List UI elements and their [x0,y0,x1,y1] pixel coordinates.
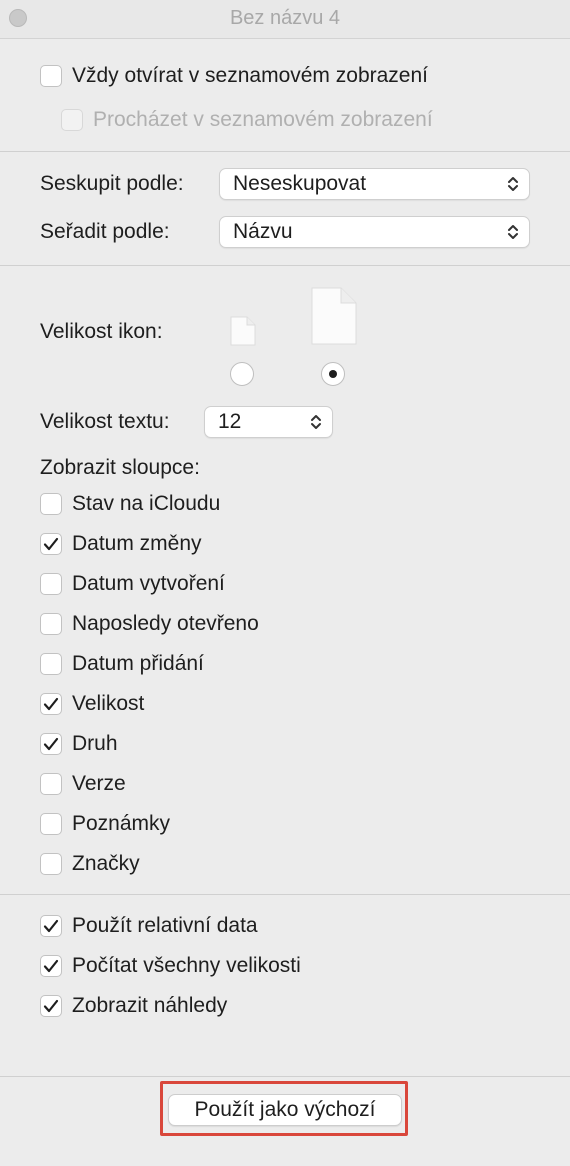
checkmark-icon [43,919,59,933]
checkbox-row[interactable]: Datum změny [40,531,202,557]
columns-heading: Zobrazit sloupce: [40,456,200,479]
radio-selected-dot [329,370,337,378]
checkbox-row[interactable]: Počítat všechny velikosti [40,953,301,979]
checkmark-icon [43,697,59,711]
browse-list-checkbox-row[interactable]: Procházet v seznamovém zobrazení [61,107,433,133]
checkbox-row[interactable]: Druh [40,731,118,757]
checkbox-label: Datum změny [72,532,202,555]
checkbox-label: Počítat všechny velikosti [72,954,301,977]
checkbox-row[interactable]: Velikost [40,691,144,717]
small-document-icon [230,316,256,346]
checkbox-label: Druh [72,732,118,755]
checkbox[interactable] [40,955,62,977]
checkbox-label: Použít relativní data [72,914,258,937]
checkbox-label: Datum přidání [72,652,204,675]
divider [0,894,570,895]
checkbox-row[interactable]: Zobrazit náhledy [40,993,227,1019]
checkbox[interactable] [40,693,62,715]
divider [0,265,570,266]
large-document-icon [311,287,357,345]
icon-size-small-radio[interactable] [230,362,254,386]
checkbox-row[interactable]: Naposledy otevřeno [40,611,259,637]
title-bar: Bez názvu 4 [0,0,570,39]
highlight-annotation [160,1081,408,1136]
checkbox[interactable] [40,853,62,875]
icon-size-row: Velikost ikon: [40,319,163,345]
icon-size-large-radio[interactable] [321,362,345,386]
checkbox-label: Zobrazit náhledy [72,994,228,1017]
always-list-checkbox-row[interactable]: Vždy otvírat v seznamovém zobrazení [40,63,428,89]
checkbox-label: Velikost [72,692,145,715]
text-size-row: Velikost textu: [40,409,170,435]
window-title: Bez názvu 4 [229,7,341,29]
divider [0,151,570,152]
checkbox-label: Naposledy otevřeno [72,612,259,635]
sort-by-label: Seřadit podle: [40,220,170,243]
checkmark-icon [43,537,59,551]
chevron-updown-icon [508,225,518,239]
group-by-value: Neseskupovat [233,172,367,195]
group-by-row: Seskupit podle: [40,171,184,197]
sort-by-value: Názvu [233,220,293,243]
chevron-updown-icon [311,415,321,429]
always-list-label: Vždy otvírat v seznamovém zobrazení [72,64,428,87]
sort-by-row: Seřadit podle: [40,219,170,245]
checkbox-label: Poznámky [72,812,171,835]
checkbox-row[interactable]: Datum vytvoření [40,571,225,597]
checkmark-icon [43,737,59,751]
checkbox-row[interactable]: Značky [40,851,140,877]
checkbox[interactable] [40,613,62,635]
text-size-label: Velikost textu: [40,410,170,433]
text-size-select[interactable]: 12 [204,406,333,438]
checkbox-row[interactable]: Použít relativní data [40,913,258,939]
checkbox[interactable] [40,915,62,937]
checkbox[interactable] [40,995,62,1017]
checkbox[interactable] [40,573,62,595]
checkbox-label: Značky [72,852,140,875]
checkbox[interactable] [40,493,62,515]
always-list-checkbox[interactable] [40,65,62,87]
checkbox-label: Datum vytvoření [72,572,225,595]
text-size-value: 12 [218,410,242,433]
browse-list-checkbox[interactable] [61,109,83,131]
columns-heading-row: Zobrazit sloupce: [40,455,200,481]
checkbox-row[interactable]: Datum přidání [40,651,204,677]
checkbox[interactable] [40,733,62,755]
checkbox-label: Stav na iCloudu [72,492,221,515]
group-by-label: Seskupit podle: [40,172,184,195]
sort-by-select[interactable]: Názvu [219,216,530,248]
checkbox[interactable] [40,533,62,555]
browse-list-label: Procházet v seznamovém zobrazení [93,108,433,131]
checkbox-row[interactable]: Stav na iCloudu [40,491,220,517]
divider [0,1076,570,1077]
checkbox[interactable] [40,813,62,835]
checkbox[interactable] [40,773,62,795]
chevron-updown-icon [508,177,518,191]
checkbox-label: Verze [72,772,126,795]
checkbox-row[interactable]: Poznámky [40,811,170,837]
checkmark-icon [43,999,59,1013]
checkbox-row[interactable]: Verze [40,771,126,797]
group-by-select[interactable]: Neseskupovat [219,168,530,200]
checkmark-icon [43,959,59,973]
checkbox[interactable] [40,653,62,675]
icon-size-label: Velikost ikon: [40,320,163,343]
